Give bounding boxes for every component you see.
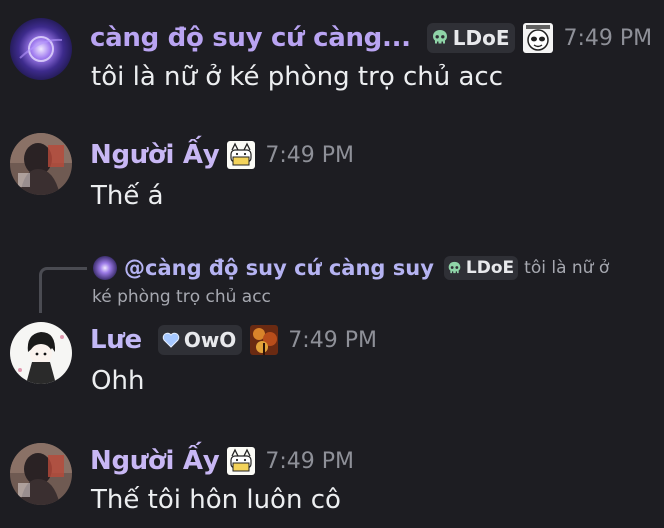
reply-avatar[interactable] bbox=[92, 255, 118, 281]
role-tag[interactable]: LDoE bbox=[426, 23, 516, 53]
lien-cat-sticker-icon bbox=[227, 447, 256, 475]
timestamp: 7:49 PM bbox=[265, 142, 355, 168]
skull-icon bbox=[448, 261, 461, 273]
role-tag[interactable]: LDoE bbox=[443, 256, 519, 280]
message-text: Thế á bbox=[91, 181, 164, 211]
message-text: Thế tôi hôn luôn cô bbox=[91, 485, 341, 515]
heart-icon bbox=[162, 332, 180, 348]
reply-preview[interactable]: @càng độ suy cứ càng suy LDoE tôi là nữ … bbox=[92, 253, 652, 307]
message-text: tôi là nữ ở ké phòng trọ chủ acc bbox=[91, 62, 504, 92]
reply-snippet-line2: ké phòng trọ chủ acc bbox=[92, 287, 271, 307]
avatar[interactable] bbox=[10, 322, 72, 384]
username[interactable]: Lưe bbox=[90, 325, 142, 355]
username[interactable]: Người Ấy bbox=[90, 446, 220, 476]
avatar[interactable] bbox=[10, 18, 72, 80]
timestamp: 7:49 PM bbox=[265, 448, 355, 474]
role-tag[interactable]: OwO bbox=[157, 325, 243, 355]
lien-cat-sticker-icon bbox=[227, 141, 256, 169]
autumn-sticker-icon bbox=[250, 325, 279, 355]
username[interactable]: Người Ấy bbox=[90, 140, 220, 170]
timestamp: 7:49 PM bbox=[288, 327, 377, 353]
message-header: càng độ suy cứ càng... LDoE 7:49 PM bbox=[90, 18, 652, 58]
chat-log: càng độ suy cứ càng... LDoE 7:49 PM tôi … bbox=[0, 0, 664, 528]
username[interactable]: càng độ suy cứ càng... bbox=[90, 23, 411, 53]
message-header: Người Ấy 7:49 PM bbox=[90, 441, 354, 481]
avatar[interactable] bbox=[10, 443, 72, 505]
message-header: Lưe OwO 7:49 PM bbox=[90, 320, 377, 360]
timestamp: 7:49 PM bbox=[563, 25, 653, 51]
reply-snippet: tôi là nữ ở bbox=[524, 258, 610, 278]
reply-connector bbox=[39, 267, 87, 313]
role-tag-label: LDoE bbox=[465, 258, 515, 278]
message-text: Ohh bbox=[91, 366, 145, 396]
reply-mention[interactable]: @càng độ suy cứ càng suy bbox=[124, 256, 434, 280]
role-tag-label: OwO bbox=[183, 328, 237, 352]
role-tag-label: LDoE bbox=[452, 26, 510, 50]
message-header: Người Ấy 7:49 PM bbox=[90, 135, 354, 175]
skull-icon bbox=[432, 30, 447, 44]
panda-sticker-icon bbox=[523, 23, 554, 53]
avatar[interactable] bbox=[10, 133, 72, 195]
